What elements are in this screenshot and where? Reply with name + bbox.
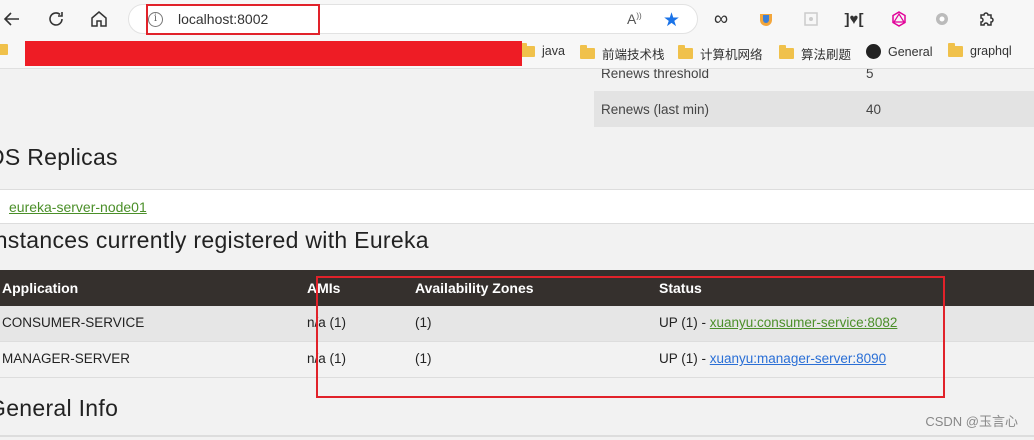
puzzle-icon[interactable] <box>975 8 997 30</box>
redacted-bookmarks <box>25 41 522 66</box>
stat-value: 40 <box>866 101 882 117</box>
bookmark-frontend[interactable]: 前端技术栈 <box>580 44 665 63</box>
stat-row: Renews threshold 5 <box>594 69 1034 91</box>
replica-link[interactable]: eureka-server-node01 <box>9 199 147 215</box>
bookmark-label: General <box>888 44 933 59</box>
divider <box>0 435 1034 437</box>
stat-row: Renews (last min) 40 <box>594 91 1034 127</box>
stat-value: 5 <box>866 69 874 81</box>
home-icon[interactable] <box>88 8 110 30</box>
reload-icon[interactable] <box>45 8 67 30</box>
bookmark-folder[interactable] <box>0 44 15 55</box>
folder-icon <box>520 42 535 57</box>
bookmark-java[interactable]: java <box>520 42 565 58</box>
github-icon <box>866 44 881 59</box>
folder-icon <box>0 44 8 55</box>
general-info-title: General Info <box>0 395 119 421</box>
instances-title: Instances currently registered with Eure… <box>0 227 429 253</box>
infinity-icon[interactable]: ∞ <box>710 8 732 30</box>
bookmark-label: graphql <box>970 44 1012 58</box>
folder-icon <box>948 42 963 57</box>
replicas-title: DS Replicas <box>0 144 118 170</box>
header-application: Application <box>2 280 79 296</box>
stat-key: Renews (last min) <box>601 101 710 117</box>
folder-icon <box>580 45 595 59</box>
watermark: CSDN @玉言心 <box>925 414 1018 429</box>
replicas-list: eureka-server-node01 <box>0 189 1034 224</box>
folder-icon <box>779 45 794 59</box>
stats-table: Renews threshold 5 Renews (last min) 40 <box>594 69 1034 127</box>
cell-application: CONSUMER-SERVICE <box>2 315 145 330</box>
url-highlight-box <box>146 4 320 35</box>
folder-icon <box>678 45 693 59</box>
extension-icon[interactable] <box>755 8 777 30</box>
extension-icon[interactable] <box>931 8 953 30</box>
json-icon[interactable]: ]♥[ <box>843 8 865 30</box>
bookmark-label: 计算机网络 <box>700 48 763 62</box>
bookmark-network[interactable]: 计算机网络 <box>678 44 763 63</box>
bookmark-general[interactable]: General <box>866 44 932 59</box>
extension-icon[interactable] <box>800 8 822 30</box>
cell-application: MANAGER-SERVER <box>2 351 131 366</box>
graphql-icon[interactable] <box>888 8 910 30</box>
stat-key: Renews threshold <box>601 69 710 81</box>
read-aloud-icon[interactable]: A)) <box>627 11 642 27</box>
bookmark-algorithms[interactable]: 算法刷题 <box>779 44 851 63</box>
star-icon[interactable]: ★ <box>663 9 680 32</box>
bookmark-label: 算法刷题 <box>801 48 852 62</box>
back-icon[interactable] <box>1 8 23 30</box>
bookmark-label: java <box>542 44 565 58</box>
bookmark-label: 前端技术栈 <box>602 48 665 62</box>
eureka-page: Renews threshold 5 Renews (last min) 40 … <box>0 69 1034 440</box>
bookmark-graphql[interactable]: graphql <box>948 42 1012 58</box>
instances-highlight-box <box>316 276 945 398</box>
